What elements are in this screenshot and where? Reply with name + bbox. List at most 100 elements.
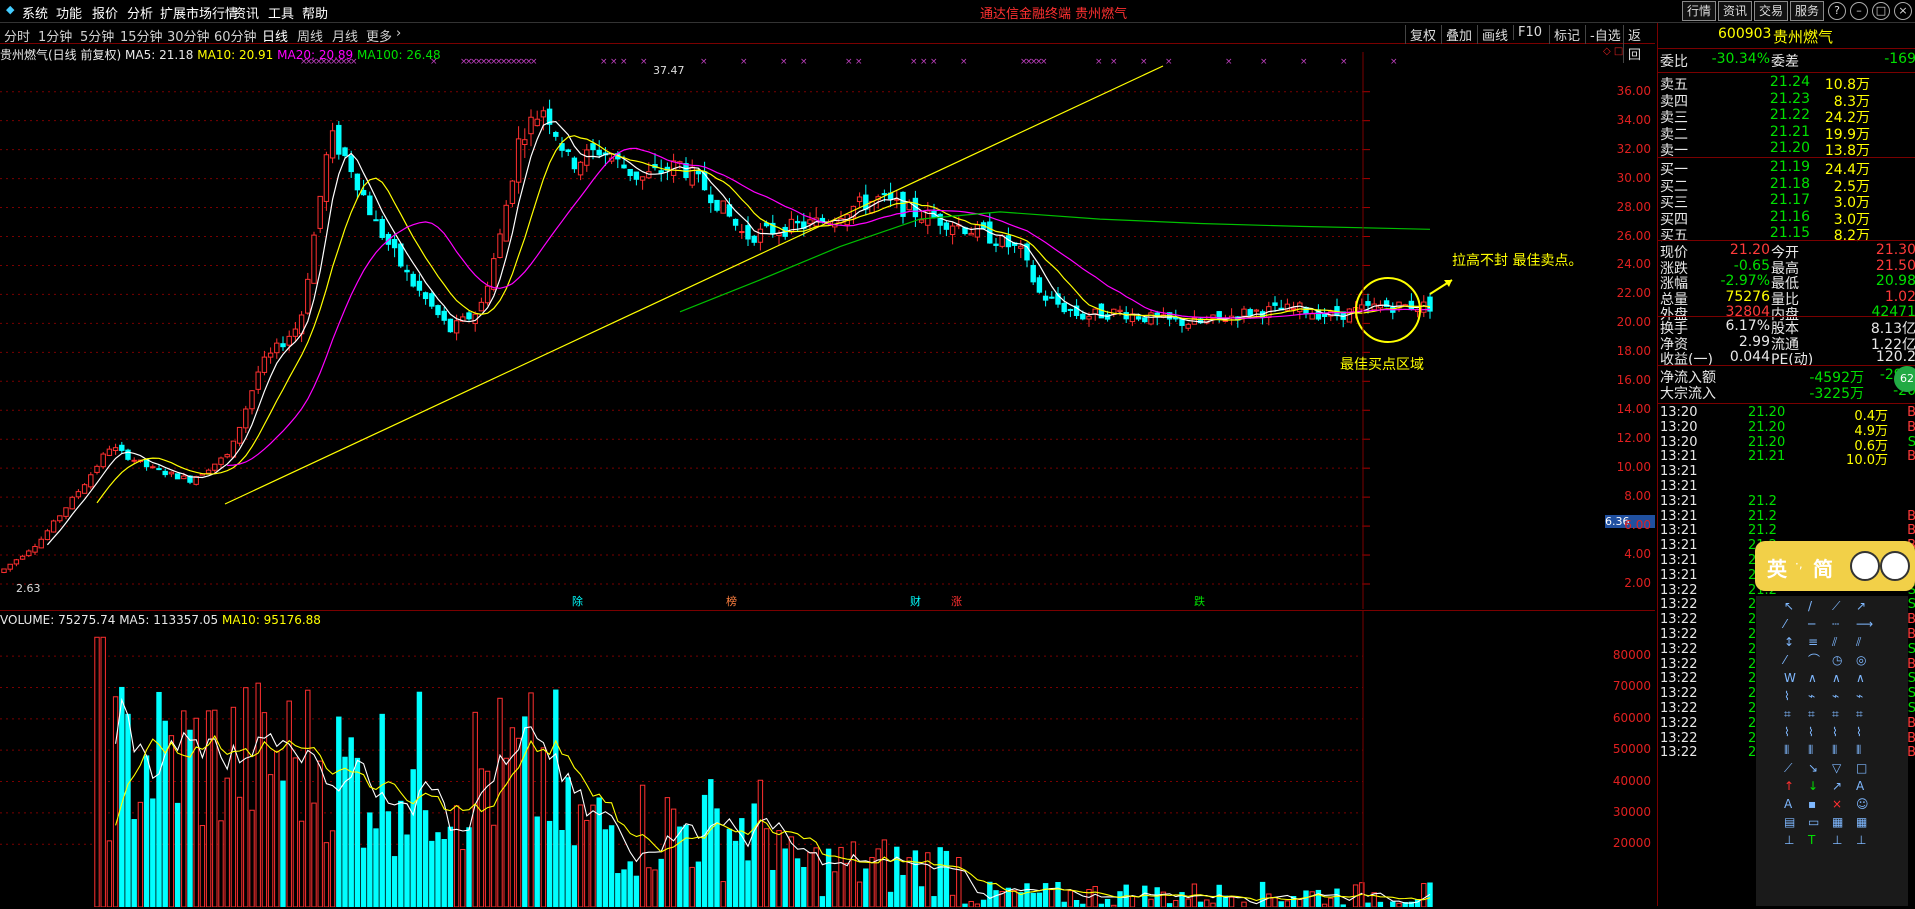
menu-help[interactable]: 帮助 [302,3,328,22]
drawing-tool-icon[interactable]: ┄ [1832,617,1839,631]
drawing-tool-icon[interactable]: ∧ [1832,671,1841,685]
drawing-tool-icon[interactable]: ↘ [1808,761,1818,775]
close-icon[interactable]: × [1894,2,1912,20]
period-weekly[interactable]: 周线 [297,26,323,45]
drawing-tool-icon[interactable]: ◷ [1832,653,1843,667]
drawing-tool-icon[interactable]: × [1832,797,1842,811]
drawing-tool-icon[interactable]: ↓ [1808,779,1818,793]
event-mark-fall[interactable]: 跌 [1194,593,1205,609]
mark-button[interactable]: 标记 [1549,25,1584,44]
drawing-tool-icon[interactable]: ▤ [1784,815,1795,829]
chevron-right-icon[interactable]: › [396,26,401,41]
drawing-tool-icon[interactable]: ⌁ [1808,689,1815,703]
drawing-tool-icon[interactable]: ▦ [1856,815,1867,829]
drawing-tool-icon[interactable]: ◎ [1856,653,1866,667]
period-60min[interactable]: 60分钟 [214,26,257,45]
minimize-icon[interactable]: – [1850,2,1868,20]
draw-line-button[interactable]: 画线 [1477,25,1512,44]
news-window-button[interactable]: 资讯 [1717,1,1752,21]
drawing-tool-icon[interactable]: ⌗ [1856,707,1863,721]
drawing-tool-icon[interactable]: ⌁ [1856,689,1863,703]
drawing-tool-icon[interactable]: ⌇ [1784,725,1790,739]
drawing-tool-icon[interactable]: ∧ [1808,671,1817,685]
drawing-tool-icon[interactable]: ⁄ [1781,653,1789,667]
drawing-tool-icon[interactable]: ⟋ [1832,599,1841,613]
drawing-tool-icon[interactable]: ⫽ [1831,635,1838,649]
drawing-tool-icon[interactable]: ⊥ [1784,833,1794,847]
drawing-tool-icon[interactable]: ⫽ [1855,635,1862,649]
period-more[interactable]: 更多 [366,26,392,45]
drawing-tool-icon[interactable]: ⌇ [1808,725,1814,739]
drawing-tool-icon[interactable]: ⌗ [1832,707,1839,721]
drawing-tool-icon[interactable]: ▪ [1808,797,1816,811]
flow-row[interactable]: 大宗流入-3225万-20 [1658,383,1915,402]
event-mark-finance[interactable]: 财 [910,593,921,609]
quote-window-button[interactable]: 行情 [1681,1,1716,21]
drawing-tool-icon[interactable]: ⦀ [1808,743,1813,757]
drawing-tool-icon[interactable]: ⌁ [1832,689,1839,703]
period-monthly[interactable]: 月线 [332,26,358,45]
ime-mode[interactable]: 简 [1813,553,1833,582]
menu-analysis[interactable]: 分析 [127,3,153,22]
ime-toolbar[interactable]: 英 ·, 简 [1755,541,1915,591]
drawing-tool-icon[interactable]: ⟋ [1784,761,1793,775]
drawing-tool-icon[interactable]: ─ [1807,617,1816,631]
period-30min[interactable]: 30分钟 [167,26,210,45]
event-mark-list[interactable]: 榜 [726,593,737,609]
drawing-tool-icon[interactable]: ⊥ [1832,833,1842,847]
event-mark-rise[interactable]: 涨 [951,593,962,609]
menu-function[interactable]: 功能 [56,3,82,22]
drawing-tool-icon[interactable]: ⌇ [1784,689,1790,703]
drawing-tool-icon[interactable]: A [1784,797,1793,811]
period-1min[interactable]: 1分钟 [38,26,72,45]
drawing-tool-icon[interactable]: ▽ [1832,761,1842,775]
watchlist-button[interactable]: -自选 [1585,25,1625,44]
ime-lang[interactable]: 英 [1767,553,1787,582]
drawing-tool-icon[interactable]: ⦀ [1784,743,1789,757]
drawing-tool-icon[interactable]: ☺ [1856,797,1869,811]
service-window-button[interactable]: 服务 [1789,1,1824,21]
drawing-tool-icon[interactable]: ⊥ [1856,833,1866,847]
event-mark-ex-rights[interactable]: 除 [572,593,583,609]
period-daily[interactable]: 日线 [262,26,288,45]
drawing-tool-icon[interactable]: A [1856,779,1865,793]
drawing-tool-icon[interactable]: ⌇ [1832,725,1838,739]
f10-button[interactable]: F10 [1513,25,1546,40]
drawing-tool-icon[interactable]: ⦀ [1856,743,1861,757]
float-badge-icon[interactable]: 62 [1894,366,1915,392]
drawing-tool-icon[interactable]: ↑ [1784,779,1794,793]
drawing-tool-icon[interactable]: T [1807,833,1816,847]
drawing-tool-icon[interactable]: ⦀ [1832,743,1837,757]
period-intraday[interactable]: 分时 [4,26,30,45]
volume-chart[interactable]: VOLUME: 75275.74 MA5: 113357.05 MA10: 95… [0,610,1655,907]
drawing-tool-icon[interactable]: ⌒ [1808,653,1820,667]
drawing-tool-icon[interactable]: ∧ [1856,671,1865,685]
drawing-tool-icon[interactable]: ⁄ [1781,617,1789,631]
drawing-tool-icon[interactable]: ▭ [1808,815,1819,829]
app-icon[interactable]: ◆ [6,3,14,16]
drawing-tool-icon[interactable]: ⌇ [1856,725,1862,739]
drawing-tool-icon[interactable]: ↗ [1856,599,1866,613]
menu-extended-market[interactable]: 扩展市场行情 [160,3,238,22]
drawing-tool-icon[interactable]: ↕ [1784,635,1794,649]
drawing-tool-icon[interactable]: ▦ [1832,815,1843,829]
help-icon[interactable]: ? [1828,2,1846,20]
menu-tools[interactable]: 工具 [268,3,294,22]
kline-chart[interactable]: 贵州燃气(日线 前复权) MA5: 21.18 MA10: 20.91 MA20… [0,44,1655,609]
trade-window-button[interactable]: 交易 [1753,1,1788,21]
drawing-tool-icon[interactable]: ⟶ [1856,617,1873,631]
drawing-tool-icon[interactable]: ⌗ [1784,707,1791,721]
drawing-tool-icon[interactable]: □ [1856,761,1867,775]
menu-system[interactable]: 系统 [22,3,48,22]
menu-quote[interactable]: 报价 [92,3,118,22]
drawing-tool-icon[interactable]: ⌗ [1808,707,1815,721]
maximize-icon[interactable]: □ [1872,2,1890,20]
drawing-tool-icon[interactable]: W [1784,671,1796,685]
period-5min[interactable]: 5分钟 [80,26,114,45]
overlay-button[interactable]: 叠加 [1441,25,1476,44]
menu-news[interactable]: 资讯 [233,3,259,22]
drawing-tool-icon[interactable]: / [1808,599,1813,613]
drawing-tool-icon[interactable]: ↖ [1784,599,1794,613]
restore-rights-button[interactable]: 复权 [1405,25,1440,44]
drawing-tool-icon[interactable]: ≡ [1808,635,1818,649]
